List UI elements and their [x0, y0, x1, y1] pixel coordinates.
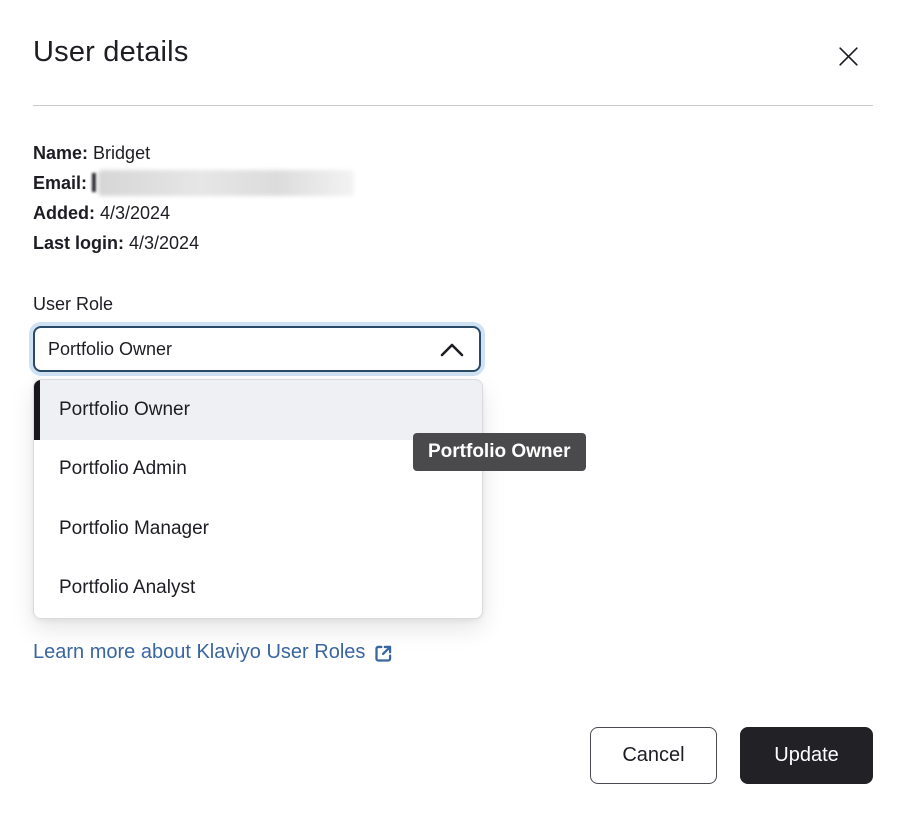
option-label: Portfolio Owner	[59, 399, 190, 421]
detail-label: Email:	[33, 173, 87, 193]
detail-row-added: Added: 4/3/2024	[33, 198, 354, 228]
detail-value: Bridget	[93, 143, 150, 163]
chevron-up-icon	[439, 341, 465, 358]
user-role-listbox: Portfolio Owner Portfolio Admin Portfoli…	[33, 379, 483, 619]
user-role-label: User Role	[33, 294, 113, 315]
cancel-button[interactable]: Cancel	[590, 727, 717, 784]
detail-value: 4/3/2024	[129, 233, 199, 253]
detail-label: Name:	[33, 143, 88, 163]
option-portfolio-analyst[interactable]: Portfolio Analyst	[34, 559, 482, 619]
user-role-selected-value: Portfolio Owner	[48, 339, 172, 360]
close-icon	[836, 44, 861, 69]
learn-more-label: Learn more about Klaviyo User Roles	[33, 641, 365, 664]
user-details-list: Name: Bridget Email: Added: 4/3/2024 Las…	[33, 138, 354, 258]
external-link-icon	[373, 643, 394, 664]
close-button[interactable]	[832, 40, 864, 72]
learn-more-link[interactable]: Learn more about Klaviyo User Roles	[33, 641, 394, 664]
redacted-email-value	[98, 170, 354, 196]
role-tooltip: Portfolio Owner	[413, 433, 586, 471]
user-role-select[interactable]: Portfolio Owner	[33, 326, 481, 372]
detail-value: 4/3/2024	[100, 203, 170, 223]
detail-row-last-login: Last login: 4/3/2024	[33, 228, 354, 258]
option-portfolio-manager[interactable]: Portfolio Manager	[34, 499, 482, 559]
option-portfolio-owner[interactable]: Portfolio Owner	[34, 380, 482, 440]
page-title: User details	[33, 36, 189, 69]
option-label: Portfolio Manager	[59, 518, 209, 540]
detail-row-email: Email:	[33, 168, 354, 198]
update-button[interactable]: Update	[740, 727, 873, 784]
option-label: Portfolio Admin	[59, 458, 187, 480]
detail-row-name: Name: Bridget	[33, 138, 354, 168]
option-label: Portfolio Analyst	[59, 577, 195, 599]
detail-label: Added:	[33, 203, 95, 223]
header-divider	[33, 105, 873, 106]
detail-label: Last login:	[33, 233, 124, 253]
redacted-email-fragment	[92, 173, 96, 192]
user-details-modal: User details Name: Bridget Email: Added:…	[0, 0, 906, 818]
